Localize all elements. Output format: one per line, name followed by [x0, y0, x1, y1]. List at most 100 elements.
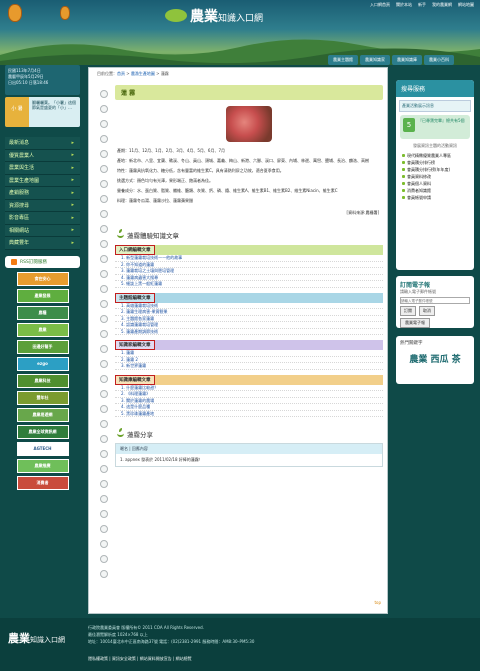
list-item[interactable]: 會員積分排行榜: [402, 159, 468, 166]
chevron-right-icon: ▸: [71, 214, 74, 221]
share-table-header: 暱名 | 回應內容: [116, 444, 382, 454]
banner[interactable]: 食在安心: [16, 271, 69, 286]
main-content: 目前位置：首頁 > 農漁生產地圖 > 蓮霧 蓮 霧 產期：11月、12月、1月、…: [88, 67, 388, 614]
search-service-box: 搜尋服務 產業活動展示訊息 5 『已尋寶完畢』總共有5個 發展資訊主題的活動資訊…: [396, 80, 474, 270]
ring-decoration: [100, 525, 108, 533]
epaper-email-input[interactable]: [400, 297, 470, 304]
top-link-newbie[interactable]: 新手: [418, 2, 426, 8]
solar-term-label: 小 暑: [5, 97, 29, 127]
category-header: 入口網編輯文章: [115, 245, 383, 255]
menu-item-farmers[interactable]: 優質農業人 ▸: [5, 149, 80, 162]
menu-item-archive[interactable]: 典藏豐年 ▸: [5, 237, 80, 250]
bullet-icon: [402, 196, 405, 199]
nav-theme[interactable]: 農業主題館: [328, 55, 358, 65]
nav-expert[interactable]: 農業知識家: [360, 55, 390, 65]
breadcrumb-home[interactable]: 首頁: [117, 71, 125, 76]
article-paragraph: 挑選方式：顏色均勻有光澤，果形端正、飽滿者為佳。: [117, 178, 213, 183]
ring-decoration: [100, 420, 108, 428]
bullet-icon: [402, 175, 405, 178]
main-nav: 農業主題館 農業知識家 農業知識庫 農業小百科: [328, 55, 454, 65]
list-item[interactable]: 5. 蓮霧產期調節技術: [115, 329, 383, 335]
banner[interactable]: 農業推廣: [16, 458, 69, 473]
subscribe-button[interactable]: 訂閱: [400, 306, 416, 316]
chevron-right-icon: ▸: [71, 189, 74, 196]
ring-decoration: [100, 150, 108, 158]
list-item[interactable]: 會員積分排行榜(年年度): [402, 166, 468, 173]
menu-item-search[interactable]: 資源搜尋 ▸: [5, 199, 80, 212]
menu-item-links[interactable]: 相關網站 ▸: [5, 224, 80, 237]
ring-decoration: [100, 195, 108, 203]
search-tab[interactable]: 產業活動展示訊息: [399, 100, 471, 112]
menu-item-map[interactable]: 農業生產地圖 ▸: [5, 174, 80, 187]
treasure-badge[interactable]: 5 『已尋寶完畢』總共有5個: [400, 115, 470, 139]
banner[interactable]: ezgo: [16, 356, 69, 371]
list-item[interactable]: 會員個人資料: [402, 180, 468, 187]
breadcrumb-map[interactable]: 農漁生產地圖: [131, 71, 155, 76]
menu-item-video[interactable]: 影音專區 ▸: [5, 212, 80, 225]
site-logo[interactable]: 農業知識入口網: [165, 6, 263, 26]
banner[interactable]: 農糧: [16, 305, 69, 320]
ring-decoration: [100, 105, 108, 113]
category-header: 知識家編輯文章: [115, 340, 383, 350]
menu-item-news[interactable]: 最新消息 ▸: [5, 137, 80, 150]
banner[interactable]: 田邊好幫手: [16, 339, 69, 354]
banner[interactable]: 豐年社: [16, 390, 69, 405]
list-item[interactable]: 會員帳號申請: [402, 194, 468, 201]
lantern-icon: [60, 6, 70, 20]
footer-address: 地址：10014臺北市中正區南海路37號 電話：(02)2381-2991 服務…: [88, 639, 255, 644]
related-heading: 蓮霧體驗知識文章: [115, 229, 383, 240]
rss-button[interactable]: RSS訂閱服務: [5, 255, 80, 268]
category-theme: 主題館編輯文章 1. 高雄蓮霧栽培技術 2. 蓮霧生理病害-果實裂果 3. 主題…: [115, 292, 383, 335]
epaper-link-button[interactable]: 農業電子報: [400, 318, 430, 328]
back-to-top-link[interactable]: top: [374, 600, 381, 605]
solar-term-text[interactable]: 翻曬曬葉。「小暑」這個節氣是盛夏的「小」…: [29, 97, 80, 127]
banner[interactable]: 消費者: [16, 475, 69, 490]
footer-copyright: 行政院農業委員會 版權所有© 2011 COA All Rights Reser…: [88, 625, 204, 630]
bullet-icon: [402, 182, 405, 185]
ring-decoration: [100, 465, 108, 473]
solar-term-box: 小 暑 翻曬曬葉。「小暑」這個節氣是盛夏的「小」…: [5, 97, 80, 127]
top-link-sitemap[interactable]: 網站地圖: [458, 2, 474, 8]
chevron-right-icon: ▸: [71, 139, 74, 146]
epaper-buttons: 訂閱 取消: [400, 306, 470, 316]
left-sidebar: 民國113年7月4日 農曆甲辰年5月29日 日出05:10 日落18:46 小 …: [5, 65, 80, 490]
nav-encyclopedia[interactable]: 農業小百科: [424, 55, 454, 65]
article-paragraph: 產地：新北市、八里、宜蘭、礁溪、冬山、員山、頭城、嘉義、梅山、新港、六腳、溪口、…: [117, 158, 369, 163]
nav-library[interactable]: 農業知識庫: [392, 55, 422, 65]
article: 蓮 霧 產期：11月、12月、1月、2月、3月、4月、5月、6月、7月 產地：新…: [115, 85, 383, 467]
menu-item-market[interactable]: 產銷服務 ▸: [5, 187, 80, 200]
bullet-icon: [402, 168, 405, 171]
footer-links[interactable]: 隱私權政策 | 資訊安全政策 | 網站資料開放宣告 | 網站總覽: [88, 656, 192, 662]
banner[interactable]: 農業: [16, 322, 69, 337]
footer: 農業知識入口網 行政院農業委員會 版權所有© 2011 COA All Righ…: [0, 618, 480, 671]
hot-keywords[interactable]: 農業 西瓜 茶: [400, 352, 470, 365]
ring-decoration: [100, 210, 108, 218]
lantern-icon: [8, 4, 22, 22]
logo-icon: [165, 9, 187, 22]
category-portal: 入口網編輯文章 1. 新型蓮霧栽培技術——他的故事 2. 你不知道的蓮霧 3. …: [115, 245, 383, 288]
top-link-myfarm[interactable]: 我的農業網: [432, 2, 452, 8]
list-item[interactable]: 3. 新世界蓮霧: [115, 363, 383, 370]
list-item[interactable]: 5. 細談上黑一般紅蓮霧: [115, 281, 383, 288]
article-paragraph: 產期：11月、12月、1月、2月、3月、4月、5月、6月、7月: [117, 148, 225, 153]
banner[interactable]: 農業全球資訊網: [16, 424, 69, 439]
list-item[interactable]: 會員資料修改: [402, 173, 468, 180]
chevron-right-icon: ▸: [71, 177, 74, 184]
banner[interactable]: 產業發展: [16, 288, 69, 303]
banner[interactable]: 農業科技: [16, 373, 69, 388]
top-link-home[interactable]: 入口網首頁: [370, 2, 390, 8]
ring-decoration: [100, 375, 108, 383]
right-sidebar: 搜尋服務 產業活動展示訊息 5 『已尋寶完畢』總共有5個 發展資訊主題的活動資訊…: [396, 80, 474, 384]
banner[interactable]: AGTECH: [16, 441, 69, 456]
ring-decoration: [100, 180, 108, 188]
list-item[interactable]: 現代精緻優質農業人專區: [402, 152, 468, 159]
ring-decoration: [100, 360, 108, 368]
breadcrumb: 目前位置：首頁 > 農漁生產地圖 > 蓮霧: [97, 71, 169, 76]
banner[interactable]: 農業易遊網: [16, 407, 69, 422]
left-menu: 最新消息 ▸ 優質農業人 ▸ 農業與生活 ▸ 農業生產地圖 ▸ 產銷服務 ▸ 資源搜尋 ▸ …: [5, 137, 80, 250]
list-item[interactable]: 消費者知識館: [402, 187, 468, 194]
menu-item-life[interactable]: 農業與生活 ▸: [5, 162, 80, 175]
unsubscribe-button[interactable]: 取消: [419, 306, 435, 316]
list-item[interactable]: 5. 黑珍珠蓮霧產地: [115, 411, 383, 417]
top-link-about[interactable]: 關於本站: [396, 2, 412, 8]
